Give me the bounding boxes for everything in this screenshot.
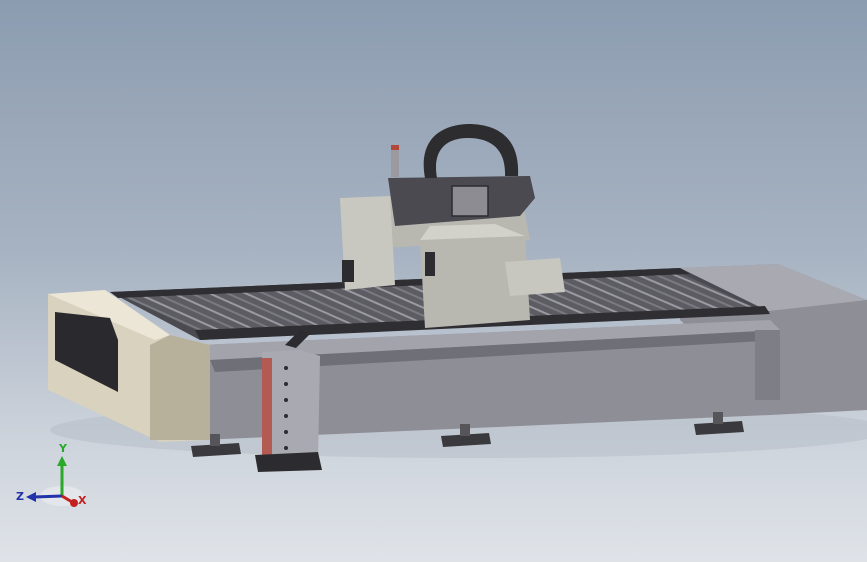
column-button	[284, 430, 288, 434]
column-button	[284, 366, 288, 370]
bed-leg-right	[755, 330, 780, 400]
column-strip	[262, 358, 272, 458]
y-axis-arrow	[57, 456, 67, 466]
x-axis-knob	[70, 499, 78, 507]
leveling-foot-stem	[210, 434, 220, 446]
laser-cutter-model[interactable]	[0, 0, 867, 562]
column-button	[284, 414, 288, 418]
axis-triad: Y Z X	[16, 442, 87, 507]
leveling-foot-stem	[713, 412, 723, 424]
x-axis-label: X	[78, 494, 87, 507]
z-axis-label: Z	[16, 490, 24, 503]
head-handle	[423, 124, 519, 178]
leveling-foot-stem	[460, 424, 470, 436]
head-panel	[451, 185, 489, 217]
graphics-viewport[interactable]: Y Z X	[0, 0, 867, 562]
gantry-motor	[505, 258, 565, 296]
z-axis-line	[33, 494, 63, 499]
y-axis-label: Y	[58, 442, 68, 455]
indicator-light	[391, 145, 399, 150]
column-button	[284, 382, 288, 386]
end-cap-side	[150, 335, 210, 440]
column-base	[255, 452, 322, 472]
column-button	[284, 398, 288, 402]
carriage-vent	[425, 252, 435, 276]
control-arm	[235, 392, 257, 422]
gantry-vent	[342, 260, 354, 282]
column-button	[284, 446, 288, 450]
z-axis-arrow	[26, 492, 36, 502]
